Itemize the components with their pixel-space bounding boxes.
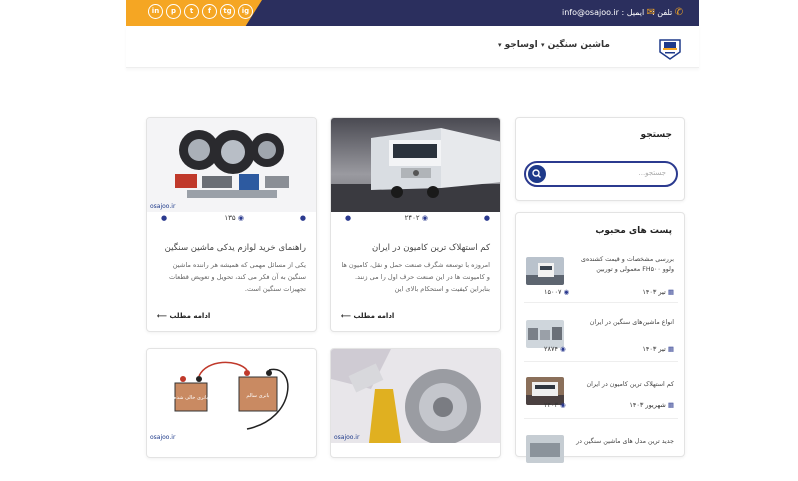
post-card[interactable]: osajoo.ir ● ◉ ۱۳۵ ● راهنمای خرید لوازم ی… [146, 117, 317, 332]
popular-post-item[interactable]: جدید ترین مدل های ماشین سنگین در [524, 425, 678, 481]
post-excerpt: امروزه با توسعه شگرف صنعت حمل و نقل، کام… [341, 261, 490, 293]
search-title: جستجو [640, 130, 672, 140]
popular-title: پست های محبوب [595, 226, 672, 236]
clock-icon: ● [161, 214, 168, 222]
post-views: ◉ ۱۳۵ [224, 214, 244, 222]
eye-icon: ◉ [560, 401, 566, 409]
calendar-icon: ▦ [667, 288, 674, 296]
eye-icon: ◉ [421, 214, 428, 222]
post-card[interactable]: osajoo.ir [330, 348, 501, 458]
watermark: osajoo.ir [150, 203, 176, 210]
arrow-left-icon: ⟵ [341, 312, 352, 320]
linkedin-icon[interactable]: in [148, 4, 163, 19]
post-card[interactable]: ● ◉ ۲۴۰۲ ● کم استهلاک ترین کامیون در ایر… [330, 117, 501, 332]
post-views: ◉ ۲۴۰۲ [404, 214, 428, 222]
author-icon: ● [299, 214, 306, 222]
email-value: info@osajoo.ir [562, 8, 619, 17]
nav-label: اوساجو [504, 40, 538, 50]
post-date: ▦ تیر ۱۴۰۳ [642, 288, 674, 296]
phone-contact[interactable]: ✆ تلفن : [652, 0, 683, 26]
watermark: osajoo.ir [150, 434, 176, 441]
post-thumbnail [526, 320, 564, 348]
chevron-down-icon: ▾ [541, 41, 545, 49]
calendar-icon: ▦ [667, 345, 674, 353]
arrow-left-icon: ⟵ [157, 312, 168, 320]
email-contact[interactable]: ✉ ایمیل : info@osajoo.ir [562, 0, 655, 26]
calendar-icon: ▦ [667, 401, 674, 409]
post-date: ▦ شهریور ۱۴۰۳ [629, 401, 674, 409]
read-more-link[interactable]: ادامه مطلب ⟵ [341, 312, 394, 320]
post-image[interactable]: osajoo.ir [331, 349, 500, 443]
twitter-icon[interactable]: t [184, 4, 199, 19]
search-input[interactable]: جستجو... [524, 161, 678, 187]
telegram-icon[interactable]: tg [220, 4, 235, 19]
post-title: بررسی مشخصات و قیمت کشنده‌ی ولوو FH۵۰۰ م… [581, 256, 674, 273]
eye-icon: ◉ [560, 345, 566, 353]
search-button[interactable] [528, 165, 546, 183]
post-title[interactable]: راهنمای خرید لوازم یدکی ماشین سنگین [165, 243, 306, 253]
post-thumbnail [526, 435, 564, 463]
read-more-link[interactable]: ادامه مطلب ⟵ [157, 312, 210, 320]
post-views: ◉ ۲۸۷۴ [544, 345, 566, 353]
social-bar: in p t f tg ig [126, 0, 262, 26]
author-icon: ● [483, 214, 490, 222]
post-views: ◉ ۱۵۰۰۷ [544, 288, 570, 296]
popular-post-item[interactable]: انواع ماشین‌های سنگین در ایران ▦ تیر ۱۴۰… [524, 306, 678, 362]
post-thumbnail [526, 257, 564, 285]
site-logo[interactable] [656, 34, 684, 62]
top-bar: in p t f tg ig ✉ ایمیل : info@osajoo.ir … [126, 0, 699, 26]
search-placeholder: جستجو... [638, 169, 667, 177]
search-widget: جستجو جستجو... [515, 117, 685, 201]
battery-good-label: باتری سالم [246, 393, 269, 399]
post-image[interactable]: osajoo.ir [147, 118, 316, 212]
post-title: انواع ماشین‌های سنگین در ایران [589, 319, 674, 326]
post-title: کم استهلاک ترین کامیون در ایران [586, 381, 674, 388]
site-header: ماشین سنگین ▾ اوساجو ▾ [126, 26, 699, 68]
nav-item-heavy-machinery[interactable]: ماشین سنگین ▾ [541, 40, 610, 50]
post-meta: ● ◉ ۲۴۰۲ ● [331, 214, 500, 228]
phone-label: تلفن : [652, 8, 673, 17]
post-image[interactable]: باتری خالی شده باتری سالم osajoo.ir [147, 349, 316, 443]
post-title[interactable]: کم استهلاک ترین کامیون در ایران [372, 243, 490, 253]
clock-icon: ● [345, 214, 352, 222]
post-card[interactable]: باتری خالی شده باتری سالم osajoo.ir [146, 348, 317, 458]
nav-label: ماشین سنگین [547, 40, 610, 50]
post-meta: ● ◉ ۱۳۵ ● [147, 214, 316, 228]
post-date: ▦ تیر ۱۴۰۳ [642, 345, 674, 353]
instagram-icon[interactable]: ig [238, 4, 253, 19]
battery-dead-label: باتری خالی شده [174, 395, 208, 401]
post-image[interactable] [331, 118, 500, 212]
search-icon [532, 169, 541, 178]
popular-posts-widget: پست های محبوب بررسی مشخصات و قیمت کشنده‌… [515, 212, 685, 463]
pinterest-icon[interactable]: p [166, 4, 181, 19]
email-label: ایمیل : [621, 8, 645, 17]
facebook-icon[interactable]: f [202, 4, 217, 19]
watermark: osajoo.ir [334, 434, 360, 441]
chevron-down-icon: ▾ [498, 41, 502, 49]
popular-post-item[interactable]: کم استهلاک ترین کامیون در ایران ▦ شهریور… [524, 363, 678, 419]
eye-icon: ◉ [237, 214, 244, 222]
popular-post-item[interactable]: بررسی مشخصات و قیمت کشنده‌ی ولوو FH۵۰۰ م… [524, 247, 678, 303]
eye-icon: ◉ [563, 288, 570, 296]
nav-item-osajoo[interactable]: اوساجو ▾ [498, 40, 538, 50]
phone-icon: ✆ [674, 7, 684, 18]
post-title: جدید ترین مدل های ماشین سنگین در [576, 438, 674, 445]
post-excerpt: یکی از مسائل مهمی که همیشه هر راننده ماش… [168, 261, 306, 293]
post-views: ◉ ۲۴۰۳ [544, 401, 566, 409]
